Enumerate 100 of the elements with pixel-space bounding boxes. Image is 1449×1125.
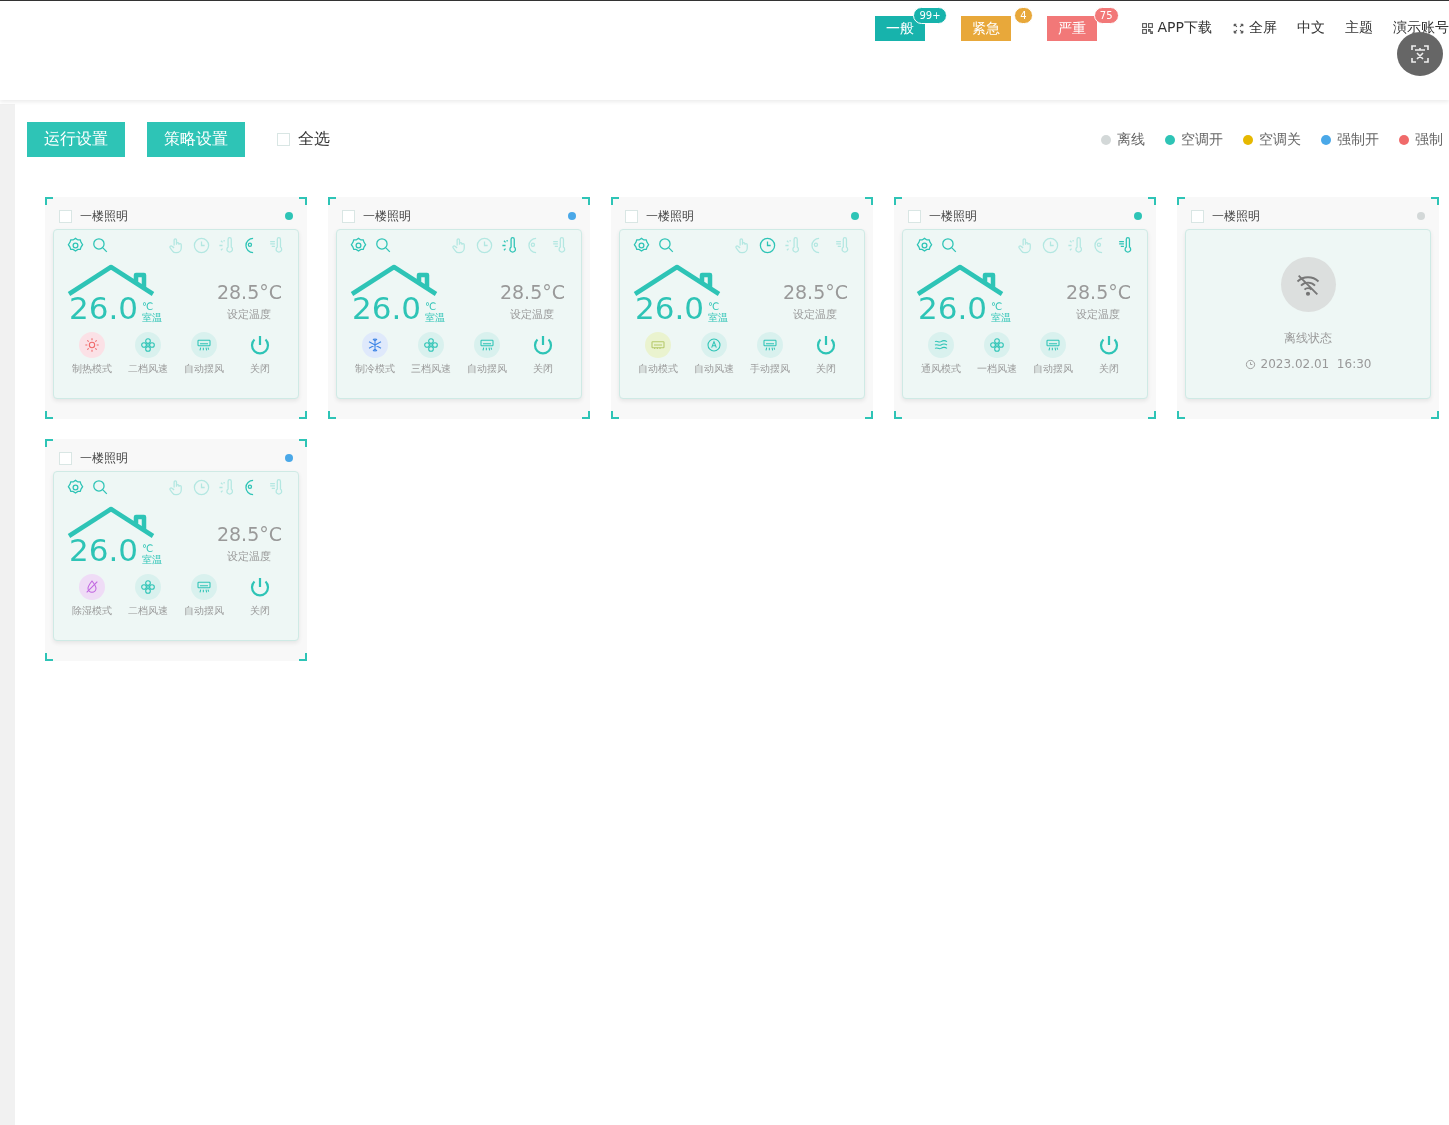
checkbox[interactable]: [908, 209, 921, 223]
legend-label: 强制: [1415, 130, 1443, 149]
unit-label: ℃: [708, 301, 720, 312]
device-title: 一楼照明: [80, 207, 128, 225]
search-icon[interactable]: [91, 478, 110, 497]
checkbox[interactable]: [1191, 209, 1204, 223]
mode-button[interactable]: [757, 332, 783, 358]
settings-icon[interactable]: [349, 236, 368, 255]
unit-label: ℃: [991, 301, 1003, 312]
sun-thermometer-icon[interactable]: [217, 478, 236, 497]
control-label: 通风模式: [921, 362, 961, 376]
room-label: 室温: [142, 312, 163, 324]
house-icon: [349, 263, 439, 297]
fan-icon: [423, 337, 439, 353]
room-temperature: 26.0: [352, 293, 422, 324]
mode-button[interactable]: [79, 574, 105, 600]
set-temperature-label: 设定温度: [227, 549, 272, 564]
checkbox[interactable]: [59, 209, 72, 223]
device-card[interactable]: 一楼照明 离线状态 2023.02.01 16:30: [1177, 197, 1439, 419]
header-link[interactable]: APP下载: [1140, 19, 1212, 37]
header-link[interactable]: 中文: [1297, 19, 1325, 37]
settings-icon[interactable]: [632, 236, 651, 255]
clock-icon[interactable]: [758, 236, 777, 255]
sun-thermometer-icon[interactable]: [217, 236, 236, 255]
control-label: 制冷模式: [355, 362, 395, 376]
checkbox[interactable]: [59, 451, 72, 465]
device-title: 一楼照明: [363, 207, 411, 225]
fan-icon: [140, 337, 156, 353]
air-conditioner-icon: [1045, 337, 1061, 353]
sun-thermometer-icon[interactable]: [1066, 236, 1085, 255]
search-icon[interactable]: [374, 236, 393, 255]
device-title: 一楼照明: [646, 207, 694, 225]
house-icon: [915, 263, 1005, 297]
control-label: 关闭: [250, 604, 270, 618]
mode-button[interactable]: [135, 332, 161, 358]
crossed-drop-icon: [84, 579, 100, 595]
set-temperature: 28.5°C: [216, 523, 282, 545]
checkbox[interactable]: [342, 209, 355, 223]
translate-icon: [1408, 42, 1432, 66]
settings-icon[interactable]: [66, 478, 85, 497]
control-label: 关闭: [1099, 362, 1119, 376]
settings-icon[interactable]: [66, 236, 85, 255]
air-conditioner-icon: [196, 579, 212, 595]
search-icon[interactable]: [91, 236, 110, 255]
translate-button[interactable]: [1397, 32, 1443, 76]
fan-icon: [140, 579, 156, 595]
device-title: 一楼照明: [80, 449, 128, 467]
header-link[interactable]: 主题: [1345, 19, 1373, 37]
legend-label: 空调关: [1259, 130, 1301, 149]
mode-button[interactable]: [191, 332, 217, 358]
mode-button[interactable]: [191, 574, 217, 600]
search-icon[interactable]: [940, 236, 959, 255]
mode-button[interactable]: [984, 332, 1010, 358]
snowflake-icon: [367, 337, 383, 353]
clock-icon: [1244, 358, 1256, 370]
set-temperature-label: 设定温度: [793, 307, 838, 322]
set-temperature: 28.5°C: [499, 281, 565, 303]
room-label: 室温: [142, 554, 163, 566]
checkbox[interactable]: [277, 133, 290, 146]
room-temperature: 26.0: [918, 293, 988, 324]
sun-thermometer-icon[interactable]: [500, 236, 519, 255]
air-conditioner-icon: [479, 337, 495, 353]
control-label: 自动风速: [694, 362, 734, 376]
checkbox[interactable]: [625, 209, 638, 223]
control-label: 自动摆风: [467, 362, 507, 376]
control-label: 自动摆风: [1033, 362, 1073, 376]
mode-button[interactable]: [362, 332, 388, 358]
control-label: 手动摆风: [750, 362, 790, 376]
offline-status: 离线状态: [1284, 330, 1332, 347]
control-label: 制热模式: [72, 362, 112, 376]
search-icon[interactable]: [657, 236, 676, 255]
house-icon: [66, 263, 156, 297]
mode-button[interactable]: [928, 332, 954, 358]
mode-button[interactable]: [418, 332, 444, 358]
settings-icon[interactable]: [915, 236, 934, 255]
offline-time: 2023.02.01 16:30: [1260, 357, 1372, 371]
set-temperature-label: 设定温度: [227, 307, 272, 322]
device-title: 一楼照明: [1212, 207, 1260, 225]
mode-button[interactable]: [474, 332, 500, 358]
control-label: 自动摆风: [184, 604, 224, 618]
sun-thermometer-icon[interactable]: [783, 236, 802, 255]
control-label: 关闭: [250, 362, 270, 376]
set-temperature: 28.5°C: [782, 281, 848, 303]
control-label: 自动模式: [638, 362, 678, 376]
control-label: 关闭: [533, 362, 553, 376]
set-temperature-label: 设定温度: [510, 307, 555, 322]
mode-button[interactable]: [1040, 332, 1066, 358]
header-link[interactable]: 全屏: [1232, 19, 1277, 37]
air-conditioner-icon: [762, 337, 778, 353]
mode-button[interactable]: [645, 332, 671, 358]
control-label: 除湿模式: [72, 604, 112, 618]
count-badge: 99+: [913, 7, 947, 24]
legend-label: 空调开: [1181, 130, 1223, 149]
mode-button[interactable]: [701, 332, 727, 358]
house-icon: [66, 505, 156, 539]
mode-button[interactable]: [79, 332, 105, 358]
header-link[interactable]: 演示账号: [1393, 19, 1449, 37]
room-temperature: 26.0: [69, 535, 139, 566]
mode-button[interactable]: [135, 574, 161, 600]
control-label: 关闭: [816, 362, 836, 376]
